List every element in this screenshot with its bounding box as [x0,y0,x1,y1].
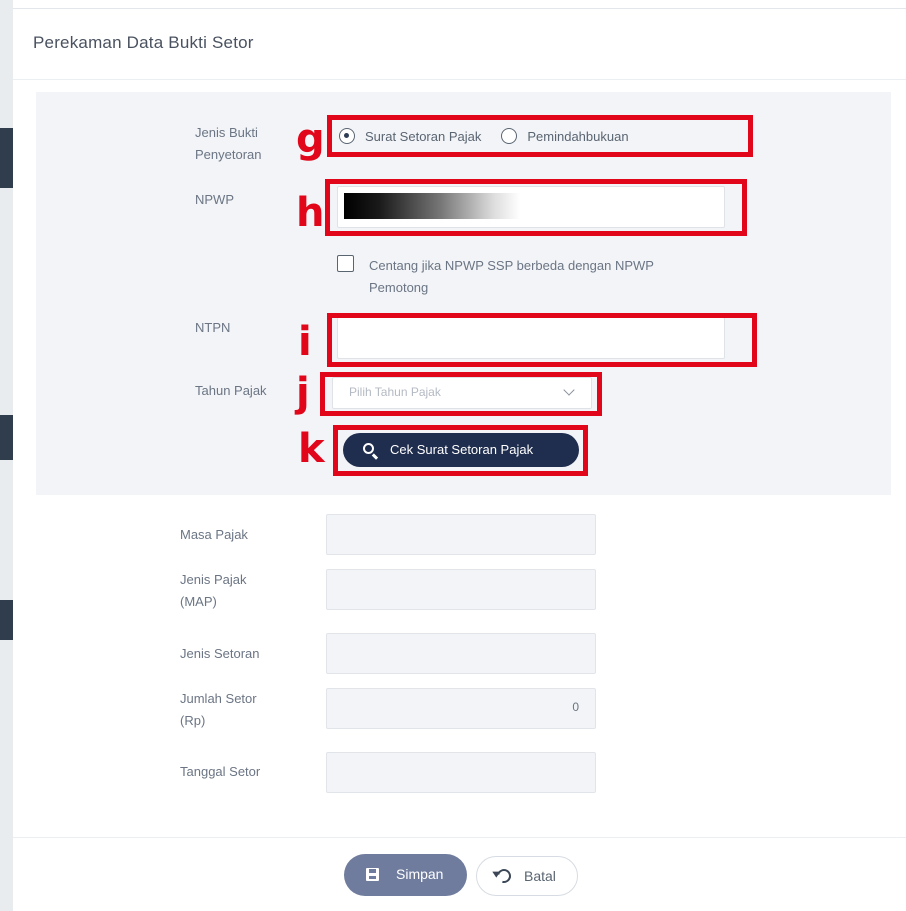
jenis-pajak-label: Jenis Pajak (MAP) [180,569,246,613]
annotation-box-h [325,179,747,236]
batal-button[interactable]: Batal [476,856,578,896]
annotation-box-k [333,425,588,476]
annotation-box-i [327,313,757,367]
jumlah-setor-value: 0 [572,700,579,714]
jenis-bukti-label-line1: Jenis Bukti [195,125,258,140]
jumlah-setor-field: 0 [326,688,596,729]
jumlah-setor-label: Jumlah Setor (Rp) [180,688,257,732]
jenis-pajak-label-line1: Jenis Pajak [180,572,247,587]
annotation-letter-g: g [296,116,325,162]
tanggal-setor-field [326,752,596,793]
annotation-letter-k: k [298,426,325,472]
simpan-button[interactable]: Simpan [344,854,467,896]
npwp-different-label: Centang jika NPWP SSP berbeda dengan NPW… [369,255,654,299]
simpan-button-label: Simpan [396,866,444,882]
modal-footer-divider [13,837,906,838]
background-edge-dark-3 [0,600,13,640]
jumlah-setor-label-line1: Jumlah Setor [180,691,257,706]
background-edge-dark-1 [0,128,13,188]
batal-button-label: Batal [524,868,556,884]
npwp-different-label-line2: Pemotong [369,280,429,295]
floppy-disk-icon [366,868,379,881]
npwp-different-label-line1: Centang jika NPWP SSP berbeda dengan NPW… [369,258,654,273]
tahun-pajak-label: Tahun Pajak [195,383,267,398]
jenis-pajak-label-line2: (MAP) [180,594,217,609]
npwp-label: NPWP [195,192,234,207]
annotation-letter-h: h [296,190,325,236]
annotation-letter-i: i [298,319,312,365]
jenis-bukti-label: Jenis Bukti Penyetoran [195,122,262,166]
annotation-letter-j: j [296,370,310,416]
ntpn-label: NTPN [195,320,231,335]
modal-title: Perekaman Data Bukti Setor [33,33,254,52]
annotation-box-j [320,372,602,416]
annotation-box-g [327,115,753,157]
jumlah-setor-label-line2: (Rp) [180,713,206,728]
background-page-edge [0,0,13,911]
jenis-bukti-label-line2: Penyetoran [195,147,262,162]
background-edge-dark-2 [0,415,13,460]
masa-pajak-label: Masa Pajak [180,527,248,542]
masa-pajak-field [326,514,596,555]
jenis-setoran-label: Jenis Setoran [180,646,260,661]
npwp-different-checkbox[interactable] [337,255,354,272]
modal-header: Perekaman Data Bukti Setor [13,9,906,80]
tanggal-setor-label: Tanggal Setor [180,764,261,779]
jenis-setoran-field [326,633,596,674]
jenis-pajak-field [326,569,596,610]
undo-icon [494,866,514,886]
modal-dialog: Perekaman Data Bukti Setor Jenis Bukti P… [13,8,906,911]
